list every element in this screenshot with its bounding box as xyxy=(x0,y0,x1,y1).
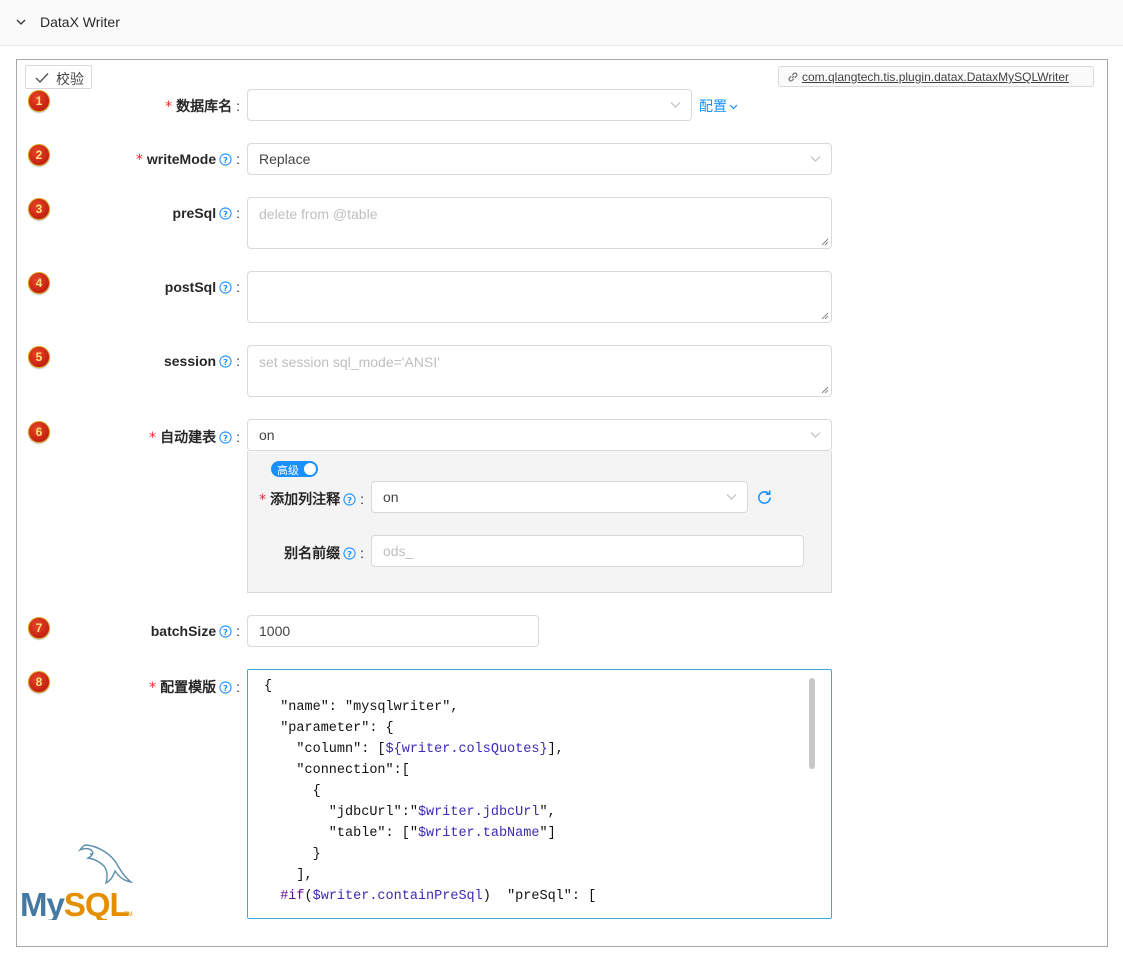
toggle-knob xyxy=(304,463,316,475)
auto-create-table-label: * 自动建表?: xyxy=(149,429,240,446)
validate-button[interactable]: 校验 xyxy=(25,65,92,89)
auto-create-table-options xyxy=(247,451,832,593)
chevron-down-icon xyxy=(726,494,737,500)
add-comment-select[interactable]: on xyxy=(371,481,748,513)
template-code-editor[interactable]: { "name": "mysqlwriter", "parameter": { … xyxy=(247,669,832,919)
svg-text:?: ? xyxy=(347,549,352,559)
step-badge: 7 xyxy=(28,617,50,639)
help-icon[interactable]: ? xyxy=(219,281,232,294)
svg-text:MySQL: MySQL xyxy=(20,886,130,920)
help-icon[interactable]: ? xyxy=(219,207,232,220)
resize-handle-icon[interactable] xyxy=(821,238,829,246)
db-name-select[interactable] xyxy=(247,89,692,121)
check-icon xyxy=(35,73,49,84)
step-badge: 5 xyxy=(28,346,50,368)
alias-prefix-label: 别名前缀?: xyxy=(284,545,364,561)
db-name-label: * 数据库名: xyxy=(165,98,240,115)
svg-text:?: ? xyxy=(223,209,228,219)
link-icon xyxy=(788,72,798,82)
code-line: "jdbcUrl":"$writer.jdbcUrl", xyxy=(264,805,556,820)
step-badge: 2 xyxy=(28,144,50,166)
code-line: "parameter": { xyxy=(264,721,394,736)
batch-size-input[interactable]: 1000 xyxy=(247,615,539,647)
template-label: * 配置模版?: xyxy=(149,679,240,696)
step-badge: 1 xyxy=(28,90,50,112)
post-sql-label: postSql?: xyxy=(164,279,240,295)
help-icon[interactable]: ? xyxy=(219,431,232,444)
write-mode-label: * writeMode?: xyxy=(135,151,240,168)
config-dropdown-link[interactable]: 配置 xyxy=(699,96,738,116)
pre-sql-label: preSql?: xyxy=(172,205,240,221)
batch-size-label: batchSize?: xyxy=(150,623,240,639)
code-lines: { "name": "mysqlwriter", "parameter": { … xyxy=(264,676,596,907)
step-badge: 4 xyxy=(28,272,50,294)
code-line: { xyxy=(264,679,273,694)
add-comment-label: * 添加列注释?: xyxy=(259,491,364,508)
svg-text:?: ? xyxy=(223,683,228,693)
svg-text:?: ? xyxy=(223,155,228,165)
code-line: "table": ["$writer.tabName"] xyxy=(264,826,556,841)
svg-text:?: ? xyxy=(223,283,228,293)
pre-sql-textarea[interactable]: delete from @table xyxy=(247,197,832,249)
help-icon[interactable]: ? xyxy=(343,493,356,506)
help-icon[interactable]: ? xyxy=(343,547,356,560)
svg-text:?: ? xyxy=(223,433,228,443)
chevron-down-icon xyxy=(670,102,681,108)
svg-text:?: ? xyxy=(347,495,352,505)
scrollbar-thumb[interactable] xyxy=(809,678,815,769)
chevron-down-icon xyxy=(16,19,26,25)
step-badge: 8 xyxy=(28,671,50,693)
code-line: } xyxy=(264,847,321,862)
code-line: "name": "mysqlwriter", xyxy=(264,700,459,715)
code-line: ], xyxy=(264,868,313,883)
auto-create-table-select[interactable]: on xyxy=(247,419,832,451)
chevron-down-icon xyxy=(810,156,821,162)
alias-prefix-input[interactable]: ods_ xyxy=(371,535,804,567)
code-line: "column": [${writer.colsQuotes}], xyxy=(264,742,564,757)
svg-text:?: ? xyxy=(223,627,228,637)
chevron-down-icon xyxy=(729,104,738,110)
help-icon[interactable]: ? xyxy=(219,153,232,166)
post-sql-textarea[interactable] xyxy=(247,271,832,323)
section-header[interactable]: DataX Writer xyxy=(0,0,1123,46)
svg-text:?: ? xyxy=(223,357,228,367)
code-line: "connection":[ xyxy=(264,763,410,778)
refresh-icon[interactable] xyxy=(756,489,773,506)
advanced-toggle[interactable]: 高级 xyxy=(271,461,318,477)
code-scrollbar[interactable] xyxy=(806,675,818,915)
write-mode-select[interactable]: Replace xyxy=(247,143,832,175)
plugin-name-link[interactable]: com.qlangtech.tis.plugin.datax.DataxMySQ… xyxy=(778,66,1094,87)
session-label: session?: xyxy=(163,353,240,369)
session-textarea[interactable]: set session sql_mode='ANSI' xyxy=(247,345,832,397)
chevron-down-icon xyxy=(810,432,821,438)
section-title: DataX Writer xyxy=(40,14,120,30)
validate-label: 校验 xyxy=(56,71,84,87)
resize-handle-icon[interactable] xyxy=(821,312,829,320)
help-icon[interactable]: ? xyxy=(219,625,232,638)
step-badge: 3 xyxy=(28,198,50,220)
help-icon[interactable]: ? xyxy=(219,355,232,368)
mysql-logo: MySQL TM xyxy=(20,844,134,920)
svg-text:TM: TM xyxy=(124,912,133,918)
step-badge: 6 xyxy=(28,421,50,443)
resize-handle-icon[interactable] xyxy=(821,386,829,394)
code-line: #if($writer.containPreSql) "preSql": [ xyxy=(280,889,597,904)
help-icon[interactable]: ? xyxy=(219,681,232,694)
plugin-name-text: com.qlangtech.tis.plugin.datax.DataxMySQ… xyxy=(802,70,1070,84)
code-line: { xyxy=(264,784,321,799)
